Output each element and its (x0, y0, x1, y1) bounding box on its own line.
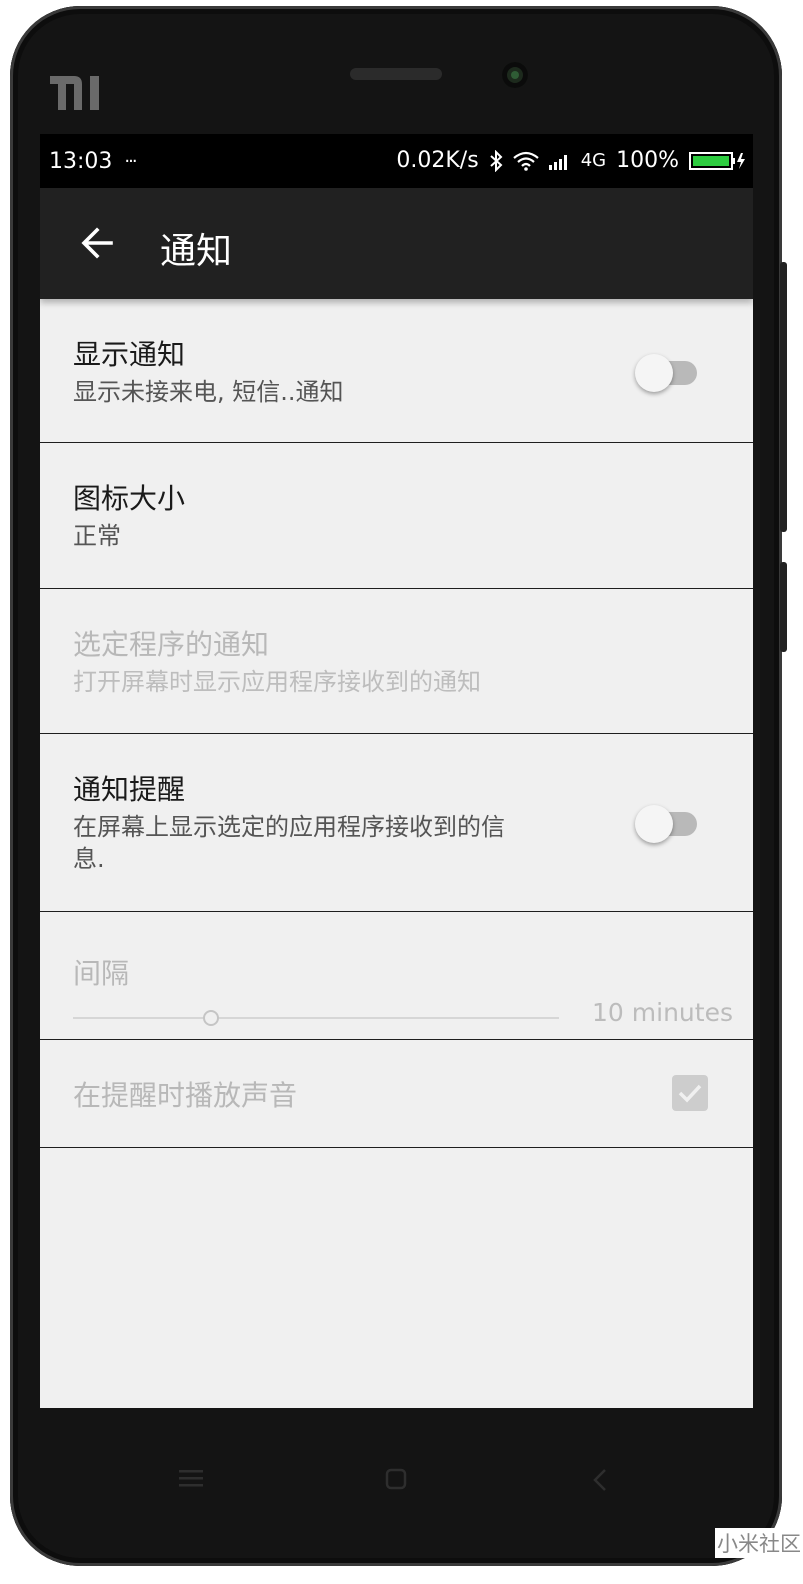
watermark: 小米社区 (715, 1528, 803, 1558)
setting-summary: 正常 (73, 522, 121, 550)
toolbar: 通知 (40, 188, 753, 299)
arrow-left-icon (81, 227, 113, 259)
wifi-icon (512, 151, 539, 171)
network-type: 4G (580, 150, 607, 171)
front-camera (502, 62, 528, 88)
toggle-thumb (635, 805, 673, 843)
battery-icon (689, 151, 745, 170)
settings-list: 显示通知 显示未接来电, 短信..通知 图标大小 正常 选定程序的通知 打开屏幕… (40, 299, 753, 1148)
setting-show-notifications[interactable]: 显示通知 显示未接来电, 短信..通知 (40, 299, 753, 443)
setting-title: 在提醒时播放声音 (73, 1079, 298, 1112)
menu-icon[interactable] (179, 1468, 203, 1488)
status-more-icon: ··· (124, 151, 137, 172)
status-time: 13:03 (49, 149, 113, 174)
network-speed: 0.02K/s (396, 148, 479, 173)
power-button (780, 562, 787, 652)
setting-interval: 间隔 10 minutes (40, 912, 753, 1040)
back-icon[interactable] (592, 1468, 608, 1492)
show-notifications-toggle[interactable] (635, 351, 699, 392)
check-icon (678, 1084, 702, 1103)
earpiece-speaker (350, 68, 442, 80)
volume-button (780, 262, 787, 532)
interval-value: 10 minutes (592, 998, 733, 1027)
setting-icon-size[interactable]: 图标大小 正常 (40, 443, 753, 589)
setting-summary-line1: 在屏幕上显示选定的应用程序接收到的信 (73, 813, 505, 841)
setting-title: 选定程序的通知 (73, 628, 270, 661)
setting-summary: 打开屏幕时显示应用程序接收到的通知 (73, 668, 481, 696)
toggle-thumb (635, 354, 673, 392)
mi-logo (50, 76, 99, 110)
page-title: 通知 (160, 231, 233, 272)
setting-title: 间隔 (73, 957, 130, 990)
setting-title: 通知提醒 (73, 773, 186, 806)
bluetooth-icon (490, 149, 503, 172)
play-sound-checkbox[interactable] (672, 1075, 708, 1111)
setting-reminder[interactable]: 通知提醒 在屏幕上显示选定的应用程序接收到的信 息. (40, 734, 753, 912)
slider-track (73, 1017, 559, 1019)
battery-percent: 100% (616, 148, 679, 173)
slider-thumb[interactable] (203, 1010, 219, 1026)
interval-slider[interactable] (73, 1006, 559, 1030)
home-icon[interactable] (385, 1468, 407, 1490)
back-button[interactable] (72, 218, 122, 268)
setting-selected-apps: 选定程序的通知 打开屏幕时显示应用程序接收到的通知 (40, 589, 753, 734)
setting-title: 图标大小 (73, 482, 186, 515)
screen: 13:03 ··· 0.02K/s 4G 100% 通知 显示通知 显示未接来电… (40, 134, 753, 1408)
navigation-bar (40, 1408, 753, 1538)
setting-summary: 显示未接来电, 短信..通知 (73, 378, 344, 406)
setting-summary-line2: 息. (73, 845, 105, 873)
setting-title: 显示通知 (73, 338, 186, 371)
reminder-toggle[interactable] (635, 802, 699, 843)
status-bar: 13:03 ··· 0.02K/s 4G 100% (40, 134, 753, 188)
setting-play-sound: 在提醒时播放声音 (40, 1040, 753, 1148)
signal-icon (548, 154, 567, 170)
